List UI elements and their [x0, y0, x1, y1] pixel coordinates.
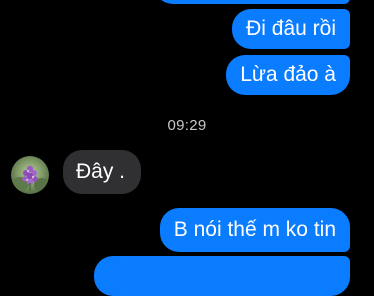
incoming-message-bubble[interactable]: Đây .	[63, 150, 142, 194]
contact-avatar[interactable]	[11, 156, 49, 194]
message-timestamp: 09:29	[167, 117, 207, 134]
message-text: Đây .	[76, 160, 126, 183]
outgoing-message-bubble[interactable]: Đi đâu rồi	[232, 9, 350, 49]
message-text: B nói thế m ko tin	[173, 218, 336, 241]
message-text: Lừa đảo à	[240, 63, 336, 86]
avatar-flowers-icon	[11, 156, 49, 194]
outgoing-message-bubble-partial[interactable]	[94, 256, 350, 296]
message-text: Đi đâu rồi	[246, 17, 336, 40]
outgoing-message-bubble-partial[interactable]	[154, 0, 350, 4]
outgoing-message-bubble[interactable]: B nói thế m ko tin	[159, 208, 350, 252]
outgoing-message-bubble[interactable]: Lừa đảo à	[226, 55, 350, 95]
